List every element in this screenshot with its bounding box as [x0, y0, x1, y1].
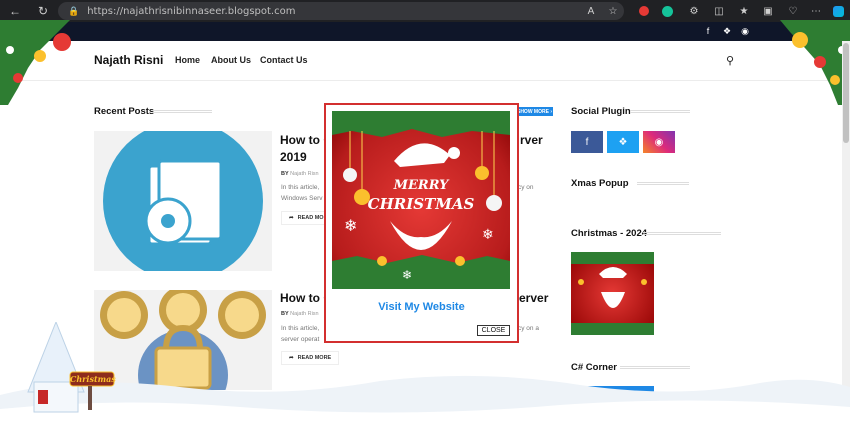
post-excerpt-end: cy on — [518, 184, 534, 191]
back-icon[interactable]: ← — [7, 3, 23, 19]
post-excerpt-line1: In this article, — [281, 184, 320, 191]
site-brand[interactable]: Najath Risni — [94, 53, 163, 67]
extensions-icon[interactable]: ⚙ — [686, 3, 702, 19]
left-corner-decoration — [0, 20, 71, 105]
by-label: BY — [281, 311, 289, 317]
post-excerpt-line1: In this article, — [281, 325, 320, 332]
social-plugin-heading: Social Plugin — [571, 106, 631, 117]
christmas-2024-heading: Christmas - 2024 — [571, 228, 648, 239]
post-title-end[interactable]: erver — [519, 291, 548, 306]
read-more-button[interactable]: ➦ READ MORE — [281, 351, 339, 365]
christmas-text: CHRISTMAS — [368, 195, 475, 213]
address-bar[interactable]: 🔒 https://najathrisnibinnaseer.blogspot.… — [58, 2, 624, 20]
menu-contact[interactable]: Contact Us — [260, 55, 308, 65]
scrollbar-thumb[interactable] — [843, 43, 849, 143]
post-title-line2[interactable]: 2019 — [280, 150, 307, 165]
by-label: BY — [281, 171, 289, 177]
section-divider — [643, 232, 721, 235]
post-excerpt-line2: server operat — [281, 336, 320, 343]
post-excerpt-end: cy on a — [518, 325, 539, 332]
instagram-button[interactable]: ◉ — [643, 131, 675, 153]
show-more-label: SHOW MORE — [516, 108, 549, 115]
refresh-icon[interactable]: ↻ — [35, 3, 51, 19]
merry-text: MERRY — [393, 178, 451, 193]
favorite-icon[interactable]: ☆ — [605, 3, 621, 19]
menu-home[interactable]: Home — [175, 55, 200, 65]
section-divider — [630, 110, 690, 113]
post-meta: BY Najath Risn — [281, 311, 319, 317]
right-corner-decoration — [780, 20, 850, 105]
read-more-label: READ MORE — [297, 355, 332, 361]
snow-footer-decoration — [0, 375, 850, 431]
section-divider — [620, 366, 690, 369]
lock-icon: 🔒 — [68, 5, 80, 16]
author-name[interactable]: Najath Risn — [290, 171, 318, 177]
twitter-button[interactable]: ❖ — [607, 131, 639, 153]
favorites-icon[interactable]: ★ — [736, 3, 752, 19]
more-icon[interactable]: ⋯ — [808, 3, 824, 19]
url-text: https://najathrisnibinnaseer.blogspot.co… — [87, 5, 296, 17]
menu-about[interactable]: About Us — [211, 55, 251, 65]
disc-icon — [103, 131, 263, 271]
xmas-popup-heading: Xmas Popup — [571, 178, 629, 189]
close-button[interactable]: CLOSE — [477, 325, 510, 336]
share-arrow-icon: ➦ — [289, 215, 294, 221]
section-divider — [152, 110, 212, 113]
collections-icon[interactable]: ▣ — [760, 3, 776, 19]
extension-red-icon[interactable] — [636, 3, 652, 19]
read-aloud-icon[interactable]: A — [583, 3, 599, 19]
christmas-card-graphic — [571, 252, 654, 335]
post-meta: BY Najath Risn — [281, 171, 319, 177]
recent-posts-heading: Recent Posts — [94, 106, 155, 117]
twitter-icon[interactable]: ❖ — [721, 25, 733, 37]
heart-icon[interactable]: ♡ — [785, 3, 801, 19]
grammarly-icon[interactable] — [659, 3, 675, 19]
facebook-button[interactable]: f — [571, 131, 603, 153]
visit-website-link[interactable]: Visit My Website — [324, 301, 519, 313]
show-more-button[interactable]: SHOW MORE › — [516, 107, 553, 116]
christmas-2024-image[interactable] — [571, 252, 654, 335]
merry-christmas-image[interactable]: ❄ ❄ ❄ MERRY CHRISTMAS — [332, 111, 510, 289]
svg-text:❄: ❄ — [344, 218, 357, 235]
copilot-icon[interactable] — [830, 3, 846, 19]
christmas-sign-text: Christmas — [70, 374, 116, 384]
section-divider — [637, 182, 689, 185]
post-title-end[interactable]: rver — [520, 133, 543, 148]
post-excerpt-line2: Windows Serv — [281, 195, 323, 202]
instagram-icon[interactable]: ◉ — [739, 25, 751, 37]
page-scrollbar[interactable] — [842, 41, 850, 431]
svg-text:❄: ❄ — [482, 226, 494, 242]
post-thumbnail-disc[interactable] — [94, 131, 272, 271]
csharp-corner-heading: C# Corner — [571, 362, 617, 373]
merry-christmas-graphic: ❄ ❄ ❄ MERRY CHRISTMAS — [332, 111, 510, 289]
split-screen-icon[interactable]: ◫ — [711, 3, 727, 19]
svg-text:❄: ❄ — [402, 268, 412, 282]
author-name[interactable]: Najath Risn — [290, 311, 318, 317]
christmas-sign-decoration — [27, 322, 115, 413]
share-arrow-icon: ➦ — [289, 355, 294, 361]
search-icon[interactable]: ⚲ — [726, 54, 734, 67]
facebook-icon[interactable]: f — [702, 25, 714, 37]
